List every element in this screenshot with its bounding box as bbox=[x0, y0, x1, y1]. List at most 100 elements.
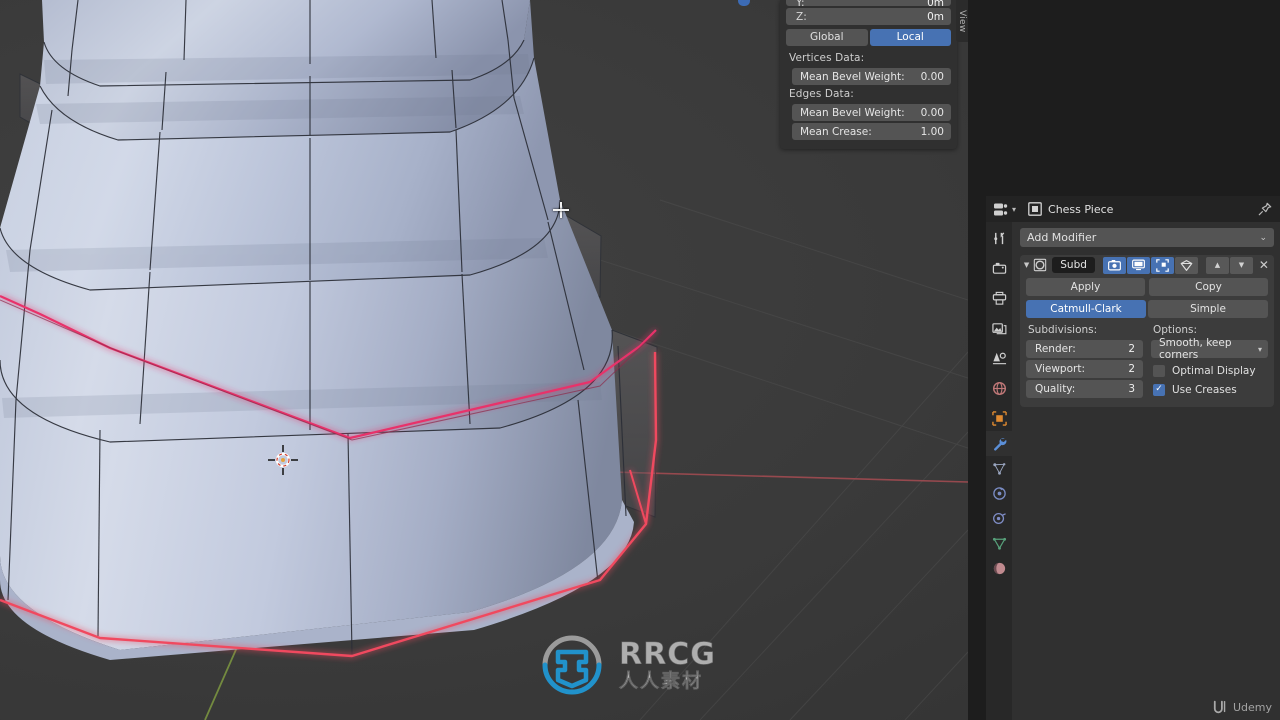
subdivisions-label: Subdivisions: bbox=[1028, 324, 1098, 336]
median-z-value: 0m bbox=[927, 10, 944, 23]
camera-back-icon bbox=[992, 262, 1006, 274]
optimal-display-row[interactable]: Optimal Display bbox=[1151, 361, 1268, 380]
use-creases-checkbox[interactable]: ✓ bbox=[1153, 383, 1165, 396]
cone-sphere-icon bbox=[992, 352, 1006, 365]
uv-smooth-dropdown[interactable]: Smooth, keep corners ▾ bbox=[1151, 337, 1268, 361]
subdivisions-column: Subdivisions: Render: 2 Viewport: 2 Qual… bbox=[1026, 324, 1143, 400]
chevron-down-icon: ▾ bbox=[1257, 344, 1262, 354]
median-y-value: 0m bbox=[927, 0, 944, 6]
quality-field[interactable]: Quality: 3 bbox=[1026, 380, 1143, 398]
use-creases-row[interactable]: ✓ Use Creases bbox=[1151, 380, 1268, 399]
breadcrumb: Chess Piece bbox=[1048, 202, 1114, 216]
sidebar-item-render[interactable] bbox=[986, 256, 1012, 281]
render-value: 2 bbox=[1128, 343, 1135, 355]
pin-icon[interactable] bbox=[1258, 202, 1272, 216]
properties-editor-icon[interactable] bbox=[994, 203, 1009, 216]
world-icon bbox=[992, 381, 1006, 396]
sidebar-item-particles[interactable] bbox=[986, 456, 1012, 481]
x-axis-line bbox=[611, 471, 968, 483]
vertex-mean-bevel-weight-value: 0.00 bbox=[920, 70, 944, 83]
render-subdivisions-field[interactable]: Render: 2 bbox=[1026, 340, 1143, 358]
object-square-icon bbox=[991, 411, 1007, 426]
check-icon: ✓ bbox=[1155, 384, 1163, 394]
local-button[interactable]: Local bbox=[869, 29, 951, 46]
sidebar-item-material[interactable] bbox=[986, 556, 1012, 581]
chevron-down-icon: ⌄ bbox=[1259, 232, 1267, 243]
modifier-reorder-buttons: ▲ ▼ bbox=[1205, 256, 1253, 274]
sidebar-item-output[interactable] bbox=[986, 286, 1012, 311]
copy-button[interactable]: Copy bbox=[1149, 278, 1268, 296]
blender-window: Y: 0m Z: 0m Global Local Vertices Data: … bbox=[0, 0, 1280, 720]
sidebar-item-scene[interactable] bbox=[986, 346, 1012, 371]
global-button[interactable]: Global bbox=[786, 29, 868, 46]
render-label: Render: bbox=[1035, 343, 1076, 355]
viewport-label: Viewport: bbox=[1035, 363, 1085, 375]
udemy-watermark: Udemy bbox=[1213, 700, 1272, 714]
modifier-display-toggles bbox=[1102, 256, 1198, 274]
sidebar-item-physics[interactable] bbox=[986, 481, 1012, 506]
sidebar-item-view-layer[interactable] bbox=[986, 316, 1012, 341]
sidebar-item-world[interactable] bbox=[986, 376, 1012, 401]
udemy-label: Udemy bbox=[1232, 700, 1272, 714]
sidebar-item-modifiers[interactable] bbox=[986, 431, 1012, 456]
y-axis-line bbox=[204, 644, 239, 720]
add-modifier-dropdown[interactable]: Add Modifier ⌄ bbox=[1020, 228, 1274, 247]
material-icon bbox=[993, 562, 1005, 575]
subdivision-surface-icon bbox=[1033, 257, 1047, 273]
median-z-row[interactable]: Z: 0m bbox=[786, 8, 951, 25]
catmull-clark-button[interactable]: Catmull-Clark bbox=[1026, 300, 1146, 318]
viewport-value: 2 bbox=[1128, 363, 1135, 375]
editmode-toggle[interactable] bbox=[1150, 256, 1174, 274]
simple-button[interactable]: Simple bbox=[1148, 300, 1268, 318]
uv-smooth-value: Smooth, keep corners bbox=[1159, 337, 1232, 361]
modifier-header: ▼ Subd ▲ ▼ ✕ bbox=[1020, 255, 1274, 275]
realtime-toggle[interactable] bbox=[1126, 256, 1150, 274]
object-icon bbox=[1028, 202, 1042, 216]
properties-header: ▾ Chess Piece bbox=[986, 196, 1280, 222]
viewport-subdivisions-field[interactable]: Viewport: 2 bbox=[1026, 360, 1143, 378]
move-up-button[interactable]: ▲ bbox=[1205, 256, 1229, 274]
properties-tabstrip[interactable] bbox=[986, 222, 1012, 720]
optimal-display-checkbox[interactable] bbox=[1153, 364, 1165, 377]
images-icon bbox=[991, 323, 1006, 335]
wrench-icon bbox=[993, 438, 1006, 451]
transform-space-toggle[interactable]: Global Local bbox=[786, 29, 951, 46]
median-y-label: Y: bbox=[796, 0, 805, 6]
options-column: Options: Smooth, keep corners ▾ Optimal … bbox=[1151, 324, 1268, 400]
udemy-logo-icon bbox=[1213, 700, 1226, 714]
median-y-row[interactable]: Y: 0m bbox=[786, 0, 951, 6]
use-creases-label: Use Creases bbox=[1172, 383, 1237, 396]
sidebar-tab-view[interactable]: View bbox=[956, 0, 968, 42]
sidebar-item-constraints[interactable] bbox=[986, 506, 1012, 531]
sidebar-item-tool[interactable] bbox=[986, 226, 1012, 251]
edge-mean-bevel-weight-field[interactable]: Mean Bevel Weight: 0.00 bbox=[792, 104, 951, 121]
properties-body: Add Modifier ⌄ ▼ Subd ▲ ▼ ✕ Apply Copy C… bbox=[1012, 222, 1280, 720]
vertices-data-heading: Vertices Data: bbox=[789, 52, 865, 64]
chevron-down-icon[interactable]: ▾ bbox=[1012, 205, 1016, 214]
options-label: Options: bbox=[1153, 324, 1198, 336]
modifier-name-field[interactable]: Subd bbox=[1052, 257, 1095, 273]
sidebar-item-object[interactable] bbox=[986, 406, 1012, 431]
edges-data-heading: Edges Data: bbox=[789, 88, 854, 100]
modifier-settings-columns: Subdivisions: Render: 2 Viewport: 2 Qual… bbox=[1026, 324, 1268, 400]
optimal-display-label: Optimal Display bbox=[1172, 364, 1256, 377]
close-icon[interactable]: ✕ bbox=[1258, 258, 1270, 272]
mean-crease-label: Mean Crease: bbox=[800, 125, 872, 138]
move-down-button[interactable]: ▼ bbox=[1229, 256, 1253, 274]
constraints-icon bbox=[992, 512, 1006, 525]
tool-icon bbox=[993, 232, 1004, 245]
3d-viewport[interactable]: Y: 0m Z: 0m Global Local Vertices Data: … bbox=[0, 0, 968, 720]
render-toggle[interactable] bbox=[1102, 256, 1126, 274]
item-sidebar-panel[interactable]: Y: 0m Z: 0m Global Local Vertices Data: … bbox=[780, 0, 957, 149]
sidebar-item-object-data[interactable] bbox=[986, 531, 1012, 556]
triangle-down-icon[interactable]: ▼ bbox=[1023, 261, 1030, 269]
mean-crease-field[interactable]: Mean Crease: 1.00 bbox=[792, 123, 951, 140]
quality-label: Quality: bbox=[1035, 383, 1076, 395]
3d-cursor bbox=[268, 445, 298, 475]
apply-button[interactable]: Apply bbox=[1026, 278, 1145, 296]
algorithm-toggle: Catmull-Clark Simple bbox=[1026, 300, 1268, 318]
on-cage-toggle[interactable] bbox=[1174, 256, 1198, 274]
modifier-panel: ▼ Subd ▲ ▼ ✕ Apply Copy Catmull-Clark Si… bbox=[1020, 255, 1274, 407]
sidebar-tab-view-label: View bbox=[957, 9, 967, 33]
vertex-mean-bevel-weight-field[interactable]: Mean Bevel Weight: 0.00 bbox=[792, 68, 951, 85]
